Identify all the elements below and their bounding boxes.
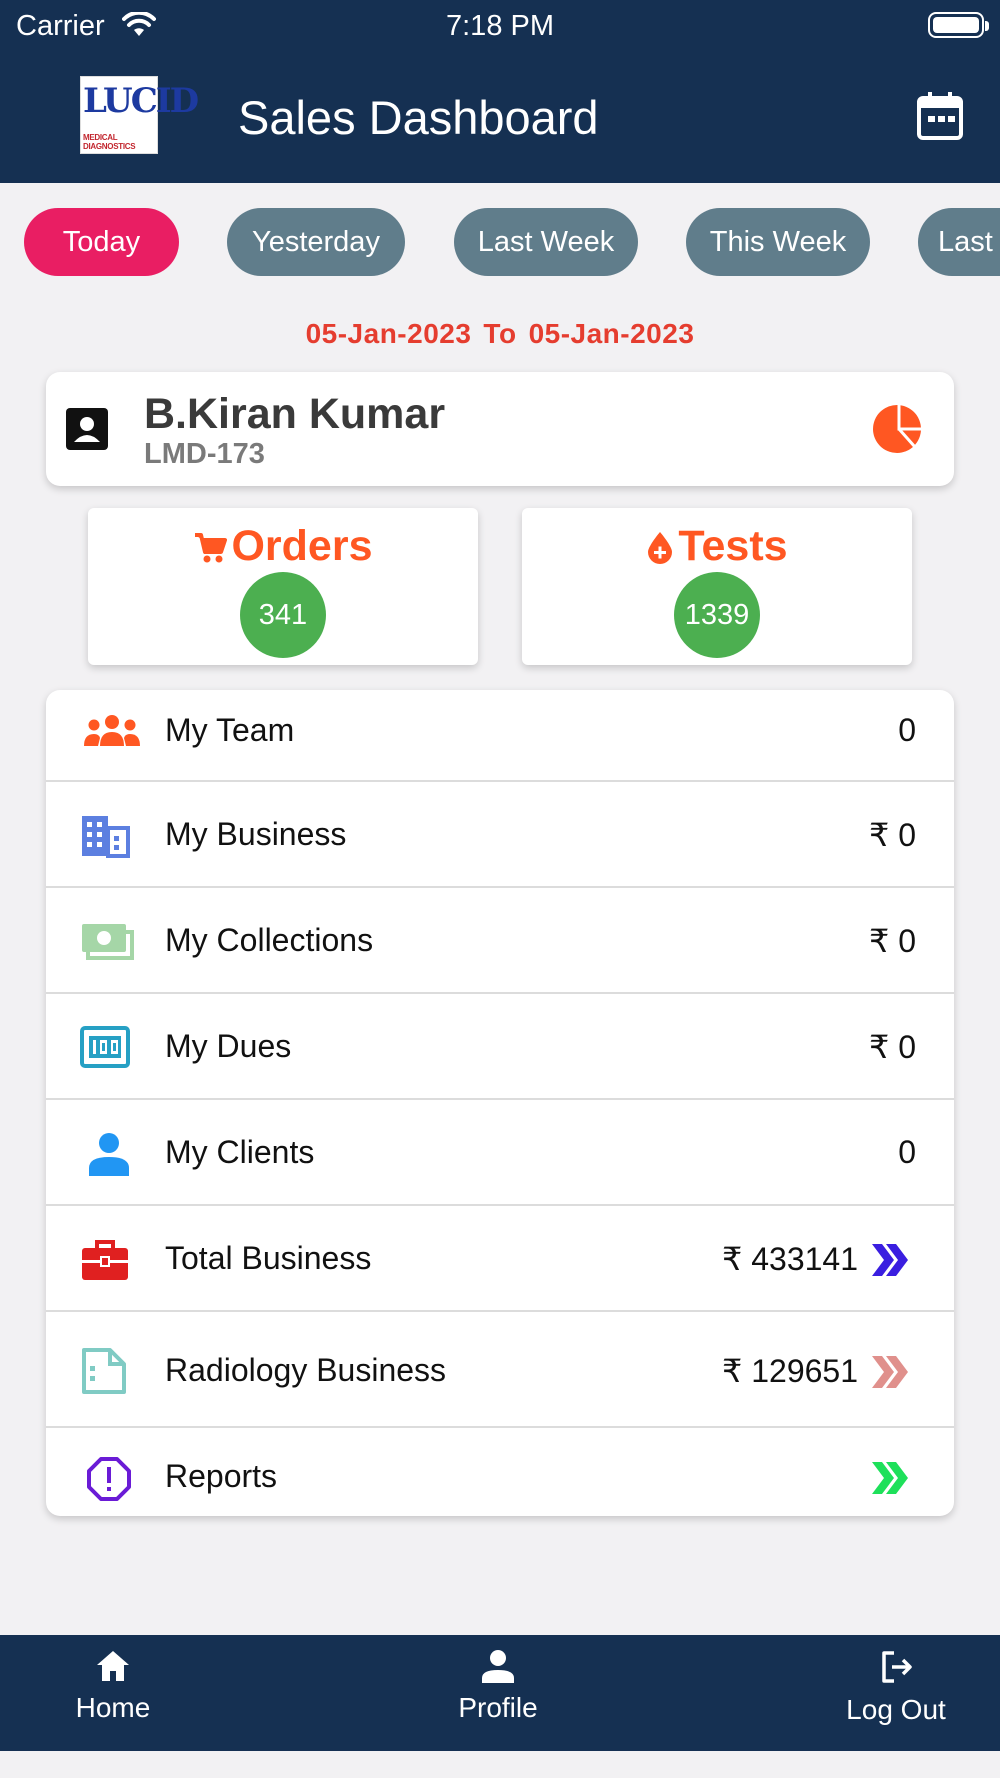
menu-value: ₹ 0 bbox=[868, 923, 916, 959]
briefcase-icon bbox=[82, 1240, 128, 1280]
nav-home[interactable]: Home bbox=[33, 1649, 193, 1724]
counter-icon bbox=[80, 1026, 130, 1068]
blood-drop-icon bbox=[648, 532, 673, 564]
profile-card: B.Kiran Kumar LMD-173 bbox=[46, 372, 954, 486]
menu-label: Reports bbox=[165, 1458, 278, 1494]
menu-item-my-team[interactable]: My Team 0 bbox=[46, 690, 954, 782]
document-icon bbox=[82, 1348, 126, 1394]
double-chevron-right-icon bbox=[872, 1356, 908, 1388]
menu-value: ₹ 0 bbox=[868, 1029, 916, 1065]
menu-label: My Business bbox=[165, 816, 347, 852]
page-title: Sales Dashboard bbox=[238, 91, 599, 144]
menu-item-my-collections[interactable]: My Collections ₹ 0 bbox=[46, 888, 954, 994]
date-separator: To bbox=[483, 318, 517, 349]
battery-icon bbox=[928, 12, 989, 38]
date-range: 05-Jan-2023 To 05-Jan-2023 bbox=[0, 318, 1000, 350]
tests-count: 1339 bbox=[674, 572, 760, 658]
profile-name: B.Kiran Kumar bbox=[144, 390, 446, 438]
menu-value: ₹ 129651 bbox=[721, 1353, 858, 1389]
menu-item-radiology-business[interactable]: Radiology Business ₹ 129651 bbox=[46, 1312, 954, 1428]
app-header: Carrier 7:18 PM LUCID MEDICAL DIAGNOSTIC… bbox=[0, 0, 1000, 183]
chip-today[interactable]: Today bbox=[24, 208, 179, 276]
chip-last-month[interactable]: Last bbox=[918, 208, 1000, 276]
orders-label: Orders bbox=[231, 522, 373, 570]
menu-item-my-business[interactable]: My Business ₹ 0 bbox=[46, 782, 954, 888]
nav-label: Log Out bbox=[846, 1694, 946, 1725]
logo-text: LUCID bbox=[83, 81, 199, 121]
nav-logout[interactable]: Log Out bbox=[816, 1649, 976, 1726]
chip-yesterday[interactable]: Yesterday bbox=[227, 208, 405, 276]
team-icon bbox=[84, 715, 140, 746]
calendar-icon[interactable] bbox=[916, 90, 964, 142]
chip-this-week[interactable]: This Week bbox=[686, 208, 870, 276]
profile-code: LMD-173 bbox=[144, 438, 265, 470]
menu-value: ₹ 0 bbox=[868, 817, 916, 853]
person-icon bbox=[482, 1650, 514, 1683]
person-icon bbox=[89, 1133, 129, 1176]
menu-item-reports[interactable]: Reports bbox=[46, 1428, 954, 1516]
menu-value: 0 bbox=[898, 712, 916, 748]
menu-label: Radiology Business bbox=[165, 1352, 447, 1388]
menu-label: My Dues bbox=[165, 1028, 292, 1064]
menu-label: Total Business bbox=[165, 1240, 372, 1276]
cart-icon bbox=[195, 533, 228, 563]
money-icon bbox=[82, 924, 134, 960]
date-to: 05-Jan-2023 bbox=[528, 318, 695, 349]
menu-item-total-business[interactable]: Total Business ₹ 433141 bbox=[46, 1206, 954, 1312]
tests-label-row: Tests bbox=[522, 522, 912, 571]
nav-label: Home bbox=[75, 1692, 151, 1723]
menu-value: ₹ 433141 bbox=[721, 1241, 858, 1277]
orders-card[interactable]: Orders 341 bbox=[88, 508, 478, 665]
logo-subtext: MEDICAL DIAGNOSTICS bbox=[83, 133, 136, 151]
building-icon bbox=[82, 816, 130, 858]
home-icon bbox=[97, 1651, 129, 1681]
company-logo: LUCID MEDICAL DIAGNOSTICS bbox=[80, 76, 199, 154]
nav-label: Profile bbox=[458, 1692, 538, 1723]
date-from: 05-Jan-2023 bbox=[305, 318, 472, 349]
dashboard-menu: My Team 0 My Business ₹ 0 My Collections… bbox=[46, 690, 954, 1516]
status-time: 7:18 PM bbox=[446, 10, 554, 42]
menu-item-my-clients[interactable]: My Clients 0 bbox=[46, 1100, 954, 1206]
double-chevron-right-icon bbox=[872, 1244, 908, 1276]
nav-profile[interactable]: Profile bbox=[418, 1649, 578, 1724]
chip-last-week[interactable]: Last Week bbox=[454, 208, 638, 276]
double-chevron-right-icon bbox=[872, 1462, 908, 1494]
menu-label: My Clients bbox=[165, 1134, 315, 1170]
menu-label: My Team bbox=[165, 712, 295, 748]
tests-label: Tests bbox=[678, 522, 788, 570]
alert-octagon-icon bbox=[87, 1457, 131, 1501]
orders-label-row: Orders bbox=[88, 522, 478, 571]
tests-card[interactable]: Tests 1339 bbox=[522, 508, 912, 665]
orders-count: 341 bbox=[240, 572, 326, 658]
pie-chart-icon[interactable] bbox=[872, 404, 922, 454]
contact-icon bbox=[66, 408, 108, 450]
home-indicator-area bbox=[0, 1751, 1000, 1778]
bottom-nav: Home Profile Log Out bbox=[0, 1635, 1000, 1751]
logout-icon bbox=[882, 1651, 912, 1683]
date-filter-chips: Today Yesterday Last Week This Week Last bbox=[24, 208, 1000, 278]
status-bar: Carrier 7:18 PM bbox=[0, 0, 1000, 50]
menu-value: 0 bbox=[898, 1134, 916, 1170]
menu-item-my-dues[interactable]: My Dues ₹ 0 bbox=[46, 994, 954, 1100]
menu-label: My Collections bbox=[165, 922, 374, 958]
